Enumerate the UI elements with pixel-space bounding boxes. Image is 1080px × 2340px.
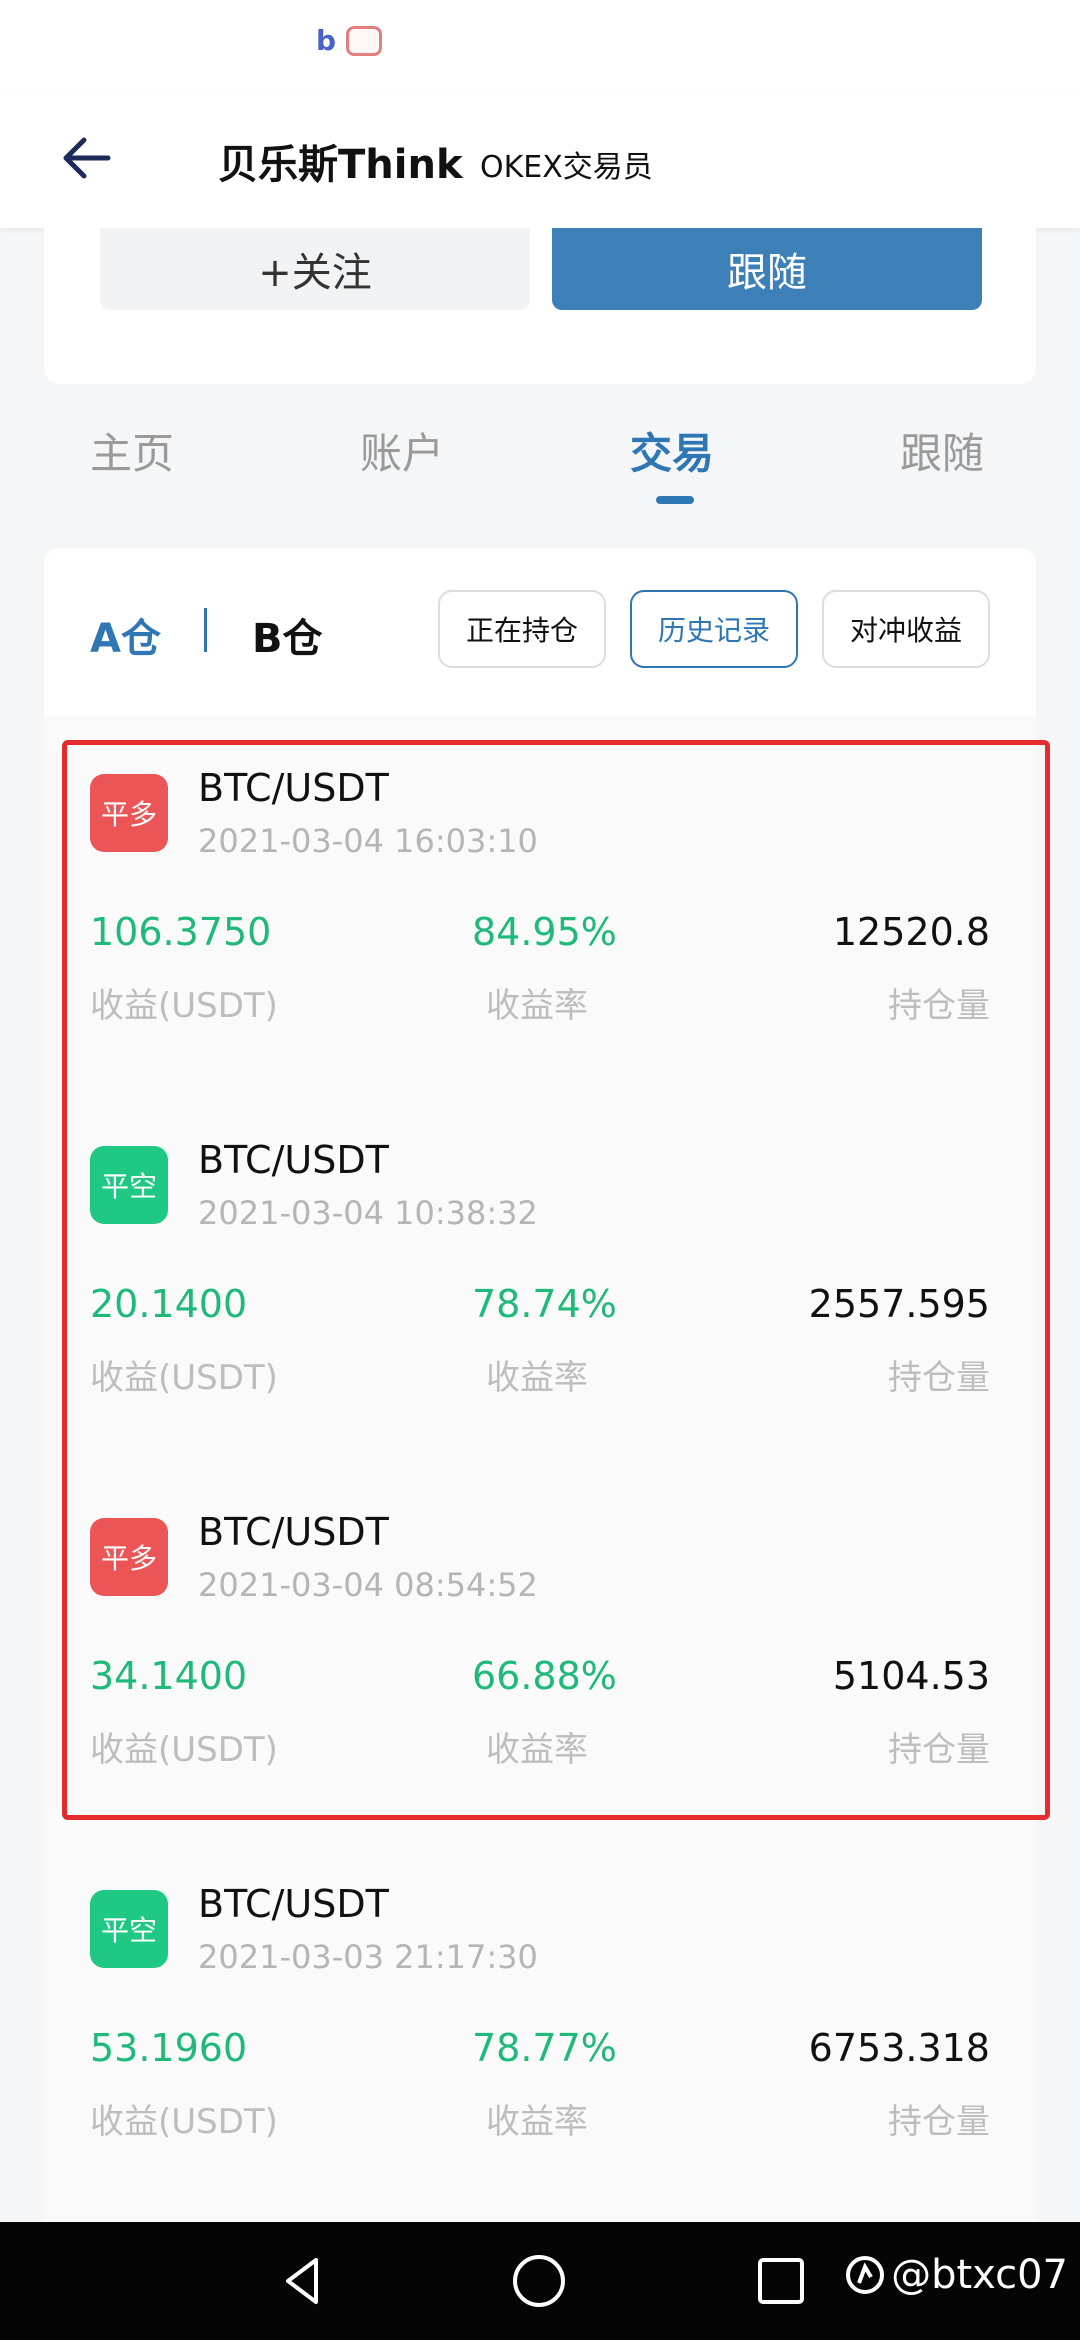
trade-time: 2021-03-04 08:54:52 [198, 1566, 538, 1604]
trade-item[interactable]: 平多 BTC/USDT 2021-03-04 16:03:10 106.3750… [44, 736, 1036, 1108]
position-selector-row: A仓 B仓 正在持仓 历史记录 对冲收益 [44, 548, 1036, 716]
trade-item[interactable]: 平多 BTC/USDT 2021-03-04 08:54:52 34.1400 … [44, 1480, 1036, 1852]
copy-trade-button[interactable]: 跟随 [552, 228, 982, 310]
rate-label: 收益率 [486, 986, 588, 1026]
trade-position: 6753.318 [808, 2026, 990, 2070]
trade-profit: 106.3750 [90, 910, 272, 954]
trade-time: 2021-03-04 10:38:32 [198, 1194, 538, 1232]
triangle-back-icon [286, 2258, 318, 2304]
trade-pair: BTC/USDT [198, 1882, 389, 1926]
close-long-badge: 平多 [90, 774, 168, 852]
nav-home-button[interactable] [506, 2248, 572, 2314]
profit-label: 收益(USDT) [90, 1730, 278, 1770]
rate-label: 收益率 [486, 1358, 588, 1398]
close-long-badge: 平多 [90, 1518, 168, 1596]
system-nav-bar: @btxc07 [0, 2222, 1080, 2340]
trade-rate: 66.88% [472, 1654, 617, 1698]
nav-recents-button[interactable] [748, 2248, 814, 2314]
back-button[interactable] [58, 128, 118, 188]
app-notification-icon [346, 26, 383, 56]
filter-open-positions[interactable]: 正在持仓 [438, 590, 606, 668]
close-short-badge: 平空 [90, 1146, 168, 1224]
trade-item[interactable]: 平空 BTC/USDT 2021-03-04 10:38:32 20.1400 … [44, 1108, 1036, 1480]
trade-profit: 53.1960 [90, 2026, 248, 2070]
trader-name: 贝乐斯Think [218, 142, 463, 188]
profit-label: 收益(USDT) [90, 2102, 278, 2142]
trade-time: 2021-03-04 16:03:10 [198, 822, 538, 860]
tab-bar: 主页 账户 交易 跟随 [44, 400, 1036, 520]
active-tab-indicator [656, 496, 694, 504]
position-label: 持仓量 [888, 1358, 990, 1398]
position-label: 持仓量 [888, 986, 990, 1026]
trade-rate: 84.95% [472, 910, 617, 954]
trade-profit: 34.1400 [90, 1654, 248, 1698]
watermark: @btxc07 [845, 2252, 1068, 2298]
trade-position: 2557.595 [808, 1282, 990, 1326]
square-recents-icon [758, 2258, 804, 2304]
trade-pair: BTC/USDT [198, 1138, 389, 1182]
trade-item[interactable]: 平空 BTC/USDT 2021-03-03 21:17:30 53.1960 … [44, 1852, 1036, 2224]
nav-back-button[interactable] [270, 2248, 336, 2314]
follow-button[interactable]: +关注 [100, 228, 530, 310]
header: 贝乐斯Think OKEX交易员 [0, 92, 1080, 228]
trade-position: 5104.53 [832, 1654, 990, 1698]
watermark-handle: @btxc07 [891, 2252, 1068, 2298]
rate-label: 收益率 [486, 1730, 588, 1770]
status-icons: b [316, 24, 383, 57]
position-label: 持仓量 [888, 1730, 990, 1770]
status-bar: b [0, 0, 1080, 92]
trade-rate: 78.74% [472, 1282, 617, 1326]
tab-followers[interactable]: 跟随 [900, 420, 984, 481]
filter-history[interactable]: 历史记录 [630, 590, 798, 668]
tab-trades[interactable]: 交易 [630, 420, 714, 481]
app-notification-icon: b [316, 24, 337, 57]
trade-rate: 78.77% [472, 2026, 617, 2070]
trade-pair: BTC/USDT [198, 1510, 389, 1554]
close-short-badge: 平空 [90, 1890, 168, 1968]
trade-pair: BTC/USDT [198, 766, 389, 810]
profit-label: 收益(USDT) [90, 986, 278, 1026]
segment-divider [204, 608, 207, 652]
profit-label: 收益(USDT) [90, 1358, 278, 1398]
trader-role: OKEX交易员 [480, 150, 653, 185]
trades-panel: A仓 B仓 正在持仓 历史记录 对冲收益 平多 BTC/USDT 2021-03… [44, 548, 1036, 2248]
tab-home[interactable]: 主页 [90, 420, 174, 481]
weibo-logo-icon [846, 2256, 885, 2294]
rate-label: 收益率 [486, 2102, 588, 2142]
position-label: 持仓量 [888, 2102, 990, 2142]
filter-hedge-profit[interactable]: 对冲收益 [822, 590, 990, 668]
segment-a[interactable]: A仓 [90, 606, 161, 664]
tab-account[interactable]: 账户 [360, 420, 444, 481]
trade-position: 12520.8 [832, 910, 990, 954]
circle-home-icon [513, 2255, 565, 2307]
trade-time: 2021-03-03 21:17:30 [198, 1938, 538, 1976]
trade-profit: 20.1400 [90, 1282, 248, 1326]
arrow-left-icon [63, 137, 111, 179]
action-card: +关注 跟随 [44, 228, 1036, 384]
segment-b[interactable]: B仓 [252, 606, 323, 664]
